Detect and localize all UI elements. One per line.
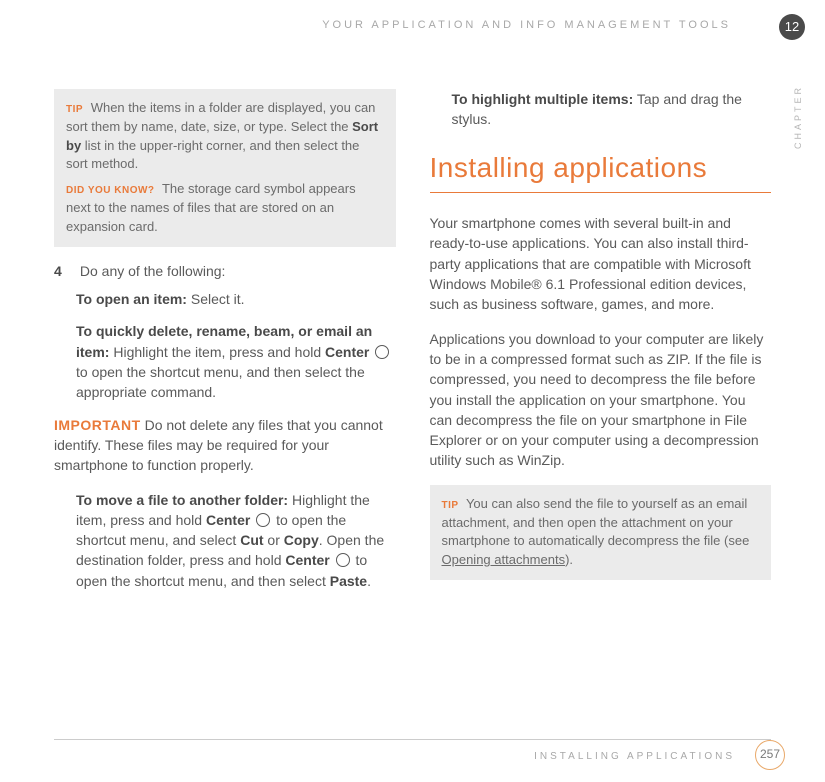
- footer-rule: [54, 739, 771, 740]
- tip-text-part: When the items in a folder are displayed…: [66, 100, 375, 134]
- center-label: Center: [206, 512, 250, 528]
- move-file-label: To move a file to another folder:: [76, 492, 288, 508]
- important-block: IMPORTANT Do not delete any files that y…: [54, 415, 396, 476]
- open-item-rest: Select it.: [187, 291, 245, 307]
- paste-label: Paste: [330, 573, 367, 589]
- tip-text-part: You can also send the file to yourself a…: [442, 496, 750, 549]
- center-label: Center: [325, 344, 369, 360]
- important-label: IMPORTANT: [54, 417, 141, 433]
- text-part: or: [264, 532, 284, 548]
- center-button-icon: [336, 553, 350, 567]
- center-button-icon: [256, 513, 270, 527]
- text-part: Highlight the item, press and hold: [109, 344, 325, 360]
- open-item-block: To open an item: Select it.: [76, 289, 396, 309]
- section-title: Installing applications: [430, 148, 772, 194]
- quick-delete-block: To quickly delete, rename, beam, or emai…: [76, 321, 396, 402]
- copy-label: Copy: [284, 532, 319, 548]
- cut-label: Cut: [240, 532, 263, 548]
- tip-label: TIP: [442, 500, 459, 511]
- step-number: 4: [54, 261, 76, 281]
- text-part: .: [367, 573, 371, 589]
- highlight-multi-label: To highlight multiple items:: [452, 91, 634, 107]
- left-column: TIP When the items in a folder are displ…: [54, 89, 396, 603]
- right-column: To highlight multiple items: Tap and dra…: [430, 89, 772, 603]
- did-you-know-label: DID YOU KNOW?: [66, 185, 155, 196]
- intro-paragraph-2: Applications you download to your comput…: [430, 329, 772, 471]
- opening-attachments-link[interactable]: Opening attachments: [442, 552, 566, 567]
- content-columns: TIP When the items in a folder are displ…: [54, 89, 771, 603]
- footer-section-label: INSTALLING APPLICATIONS: [534, 750, 735, 765]
- tip-box: TIP You can also send the file to yourse…: [430, 485, 772, 580]
- running-head: YOUR APPLICATION AND INFO MANAGEMENT TOO…: [54, 18, 771, 34]
- highlight-multi-block: To highlight multiple items: Tap and dra…: [452, 89, 772, 130]
- step-lead: Do any of the following:: [80, 261, 396, 281]
- open-item-label: To open an item:: [76, 291, 187, 307]
- page: YOUR APPLICATION AND INFO MANAGEMENT TOO…: [0, 0, 825, 782]
- tip-text-part: ).: [565, 552, 573, 567]
- move-file-block: To move a file to another folder: Highli…: [76, 490, 396, 591]
- tip-label: TIP: [66, 104, 83, 115]
- text-part: to open the shortcut menu, and then sele…: [76, 364, 365, 400]
- intro-paragraph-1: Your smartphone comes with several built…: [430, 213, 772, 314]
- tip-text-part: list in the upper-right corner, and then…: [66, 138, 359, 172]
- chapter-number-badge: 12: [779, 14, 805, 40]
- center-label: Center: [285, 552, 329, 568]
- center-button-icon: [375, 345, 389, 359]
- page-number: 257: [755, 740, 785, 770]
- step-4: 4 Do any of the following:: [54, 261, 396, 281]
- chapter-side-label: CHAPTER: [792, 85, 805, 149]
- tip-box: TIP When the items in a folder are displ…: [54, 89, 396, 247]
